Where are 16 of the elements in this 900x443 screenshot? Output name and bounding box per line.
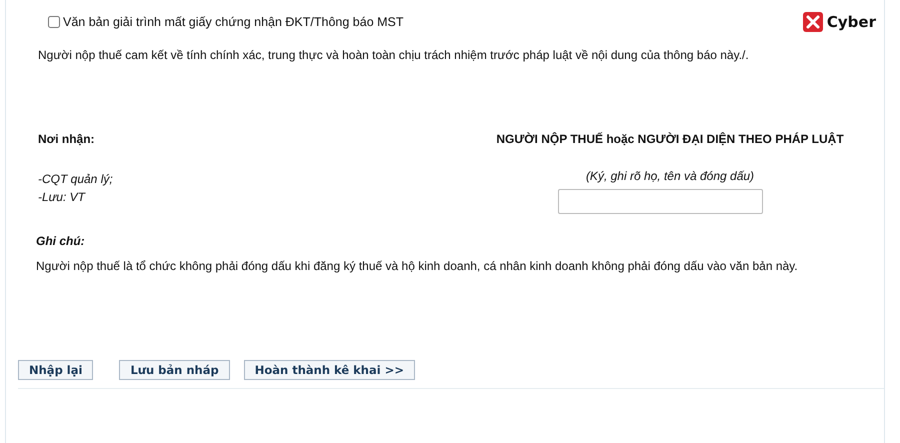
commitment-text: Người nộp thuế cam kết về tính chính xác, trung thực và hoàn toàn chịu trách nhiệm trước pháp luật về nội dung của thông báo này./. [38,48,750,62]
note-title: Ghi chú: [36,234,86,248]
checkbox[interactable] [48,16,60,28]
signer-title: NGƯỜI NỘP THUẾ hoặc NGƯỜI ĐẠI DIỆN THEO PHÁP LUẬT [496,132,844,146]
x-logo-icon [802,12,823,32]
form-button[interactable]: Nhập lại [18,360,94,380]
form-button[interactable]: Hoàn thành kê khai >> [244,360,415,380]
checkbox-label: Văn bản giải trình mất giấy chứng nhận ĐKT/Thông báo MST [63,15,404,29]
form-button[interactable]: Lưu bản nháp [119,360,230,380]
recipient-line: -CQT quản lý; [38,171,114,188]
logo-text: Cyber [826,13,876,31]
note-text: Người nộp thuế là tổ chức không phải đóng dấu khi đăng ký thuế và hộ kinh doanh, cá nhân kinh doanh không phải đóng dấu vào văn bản này. [36,258,799,275]
signature-field[interactable] [558,189,762,214]
recipients-title: Nơi nhận: [38,132,96,146]
recipient-line: -Lưu: VT [38,189,86,206]
signature-hint: (Ký, ghi rõ họ, tên và đóng dấu) [586,169,754,183]
